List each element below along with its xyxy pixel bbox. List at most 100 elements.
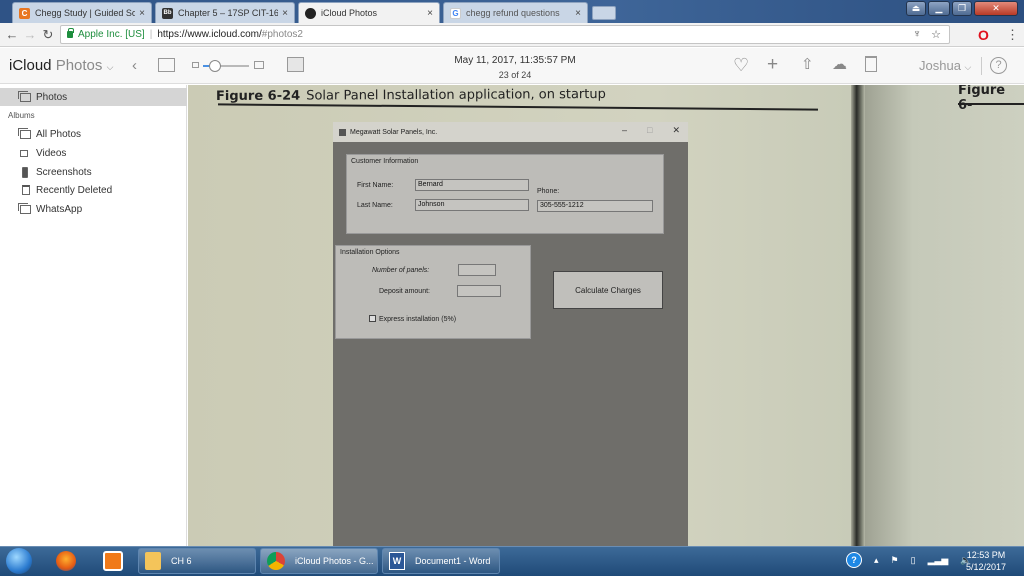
last-name-label: Last Name: xyxy=(357,202,393,209)
divider xyxy=(981,57,982,75)
network-signal-icon[interactable]: ▂▃▅ xyxy=(928,555,949,566)
address-separator: | xyxy=(149,29,153,40)
new-tab-button[interactable] xyxy=(592,6,616,20)
video-icon xyxy=(20,149,28,157)
panels-field xyxy=(458,264,496,276)
back-arrow-icon[interactable]: ← xyxy=(3,27,21,42)
photos-icon xyxy=(18,90,31,102)
sidebar-item-label: WhatsApp xyxy=(36,203,83,215)
chevron-down-icon: ⌵ xyxy=(106,62,114,72)
trash-icon[interactable] xyxy=(865,56,877,72)
slideshow-icon[interactable] xyxy=(287,57,304,72)
tab-chegg-study[interactable]: C Chegg Study | Guided So × xyxy=(12,2,152,23)
url-host: https://www.icloud.com/ xyxy=(157,29,262,40)
taskbar-button-ch6[interactable]: CH 6 xyxy=(138,548,256,574)
sidebar-item-all-photos[interactable]: All Photos xyxy=(0,125,187,143)
action-center-flag-icon[interactable]: ⚑ xyxy=(891,555,899,566)
express-label: Express installation (5%) xyxy=(379,316,457,323)
deposit-label: Deposit amount: xyxy=(379,288,430,295)
firefox-icon[interactable] xyxy=(56,551,76,571)
help-icon[interactable]: ? xyxy=(846,552,862,568)
show-hidden-icons[interactable]: ▴ xyxy=(874,555,879,566)
apple-icon xyxy=(305,7,316,19)
app-switcher[interactable]: iCloud Photos ⌵ xyxy=(9,57,113,74)
close-tab-icon[interactable]: × xyxy=(427,8,433,19)
share-icon[interactable]: ⇧ xyxy=(801,55,814,73)
app-title: Megawatt Solar Panels, Inc. xyxy=(350,128,438,136)
start-button[interactable] xyxy=(6,548,32,574)
photo-viewer[interactable]: Figure 6-24 Solar Panel Installation appl… xyxy=(188,85,1024,546)
tab-chapter-5[interactable]: Bb Chapter 5 – 17SP CIT-16 × xyxy=(155,2,295,23)
close-tab-icon[interactable]: × xyxy=(282,8,288,19)
taskbar-label: iCloud Photos - G... xyxy=(295,556,374,566)
sidebar-item-label: Videos xyxy=(36,147,67,159)
sidebar-item-whatsapp[interactable]: WhatsApp xyxy=(0,200,187,218)
bookmark-star-icon[interactable]: ☆ xyxy=(931,28,941,41)
forward-arrow-icon[interactable]: → xyxy=(21,27,39,42)
heart-icon[interactable]: ♡ xyxy=(733,55,749,76)
book-page-right xyxy=(865,85,1024,546)
last-name-field: Johnson xyxy=(415,199,529,211)
small-thumbnail-icon[interactable] xyxy=(192,62,199,68)
taskbar-button-word[interactable]: W Document1 - Word xyxy=(382,548,500,574)
chrome-icon xyxy=(267,552,285,570)
photo-counter: 23 of 24 xyxy=(498,70,532,80)
sidebar-item-label: Recently Deleted xyxy=(36,184,113,196)
user-menu[interactable]: Joshua ⌵ xyxy=(919,58,971,73)
blackboard-icon: Bb xyxy=(162,7,173,19)
sidebar-item-videos[interactable]: Videos xyxy=(0,144,187,162)
zoom-slider[interactable] xyxy=(203,60,249,72)
reload-icon[interactable]: ↻ xyxy=(39,27,57,43)
close-tab-icon[interactable]: × xyxy=(139,8,145,19)
albums-icon xyxy=(18,127,31,139)
checkbox-icon xyxy=(369,315,376,322)
group-legend: Customer Information xyxy=(351,158,419,165)
google-icon: G xyxy=(450,7,461,19)
add-icon[interactable]: + xyxy=(767,54,778,76)
sidebar-toggle-icon[interactable] xyxy=(158,58,175,72)
tab-google-search[interactable]: G chegg refund questions × xyxy=(443,2,588,23)
taskbar-label: Document1 - Word xyxy=(415,556,491,566)
extension-icon[interactable]: ♆ xyxy=(913,28,921,41)
browser-tab-strip: C Chegg Study | Guided So × Bb Chapter 5… xyxy=(0,0,1024,23)
url-path: #photos2 xyxy=(261,29,303,40)
minimize-button[interactable]: ▁ xyxy=(928,1,950,16)
help-button[interactable]: ? xyxy=(990,57,1007,74)
sidebar-item-label: Screenshots xyxy=(36,166,92,178)
customer-info-group: Customer Information First Name: Bernard… xyxy=(346,154,664,234)
panels-label: Number of panels: xyxy=(372,267,430,274)
albums-header: Albums xyxy=(8,111,35,120)
user-profile-icon[interactable]: ⏏ xyxy=(906,1,926,16)
sidebar-item-recently-deleted[interactable]: Recently Deleted xyxy=(0,181,187,199)
express-checkbox: Express installation (5%) xyxy=(369,315,456,323)
phone-icon xyxy=(22,166,28,178)
app-icon xyxy=(339,128,346,136)
first-name-field: Bernard xyxy=(415,179,529,191)
restore-button[interactable]: ❐ xyxy=(952,1,972,16)
browser-menu-icon[interactable]: ⋮ xyxy=(1006,27,1019,43)
figure-caption: Figure 6-24 Solar Panel Installation appl… xyxy=(216,87,606,104)
close-tab-icon[interactable]: × xyxy=(575,8,581,19)
site-identity[interactable]: Apple Inc. [US] xyxy=(78,29,145,40)
tab-icloud-photos[interactable]: iCloud Photos × xyxy=(298,2,440,23)
omnibox-actions: ♆ ☆ xyxy=(913,28,941,41)
tab-label: iCloud Photos xyxy=(321,8,378,18)
zoom-slider-handle[interactable] xyxy=(208,60,221,72)
large-thumbnail-icon[interactable] xyxy=(254,61,264,69)
address-bar[interactable]: Apple Inc. [US] | https://www.icloud.com… xyxy=(60,25,950,44)
media-player-icon[interactable] xyxy=(103,551,123,571)
opera-extension-icon[interactable]: O xyxy=(978,27,989,43)
system-clock[interactable]: 12:53 PM 5/12/2017 xyxy=(966,549,1006,573)
taskbar-button-icloud[interactable]: iCloud Photos - G... xyxy=(260,548,378,574)
sidebar-item-screenshots[interactable]: Screenshots xyxy=(0,163,187,181)
system-tray: ? ▴ ⚑ ▯ ▂▃▅ 🔈 xyxy=(846,552,972,568)
back-chevron-icon[interactable]: ‹ xyxy=(132,57,137,74)
screen: C Chegg Study | Guided So × Bb Chapter 5… xyxy=(0,0,1024,576)
book-spine xyxy=(851,85,865,546)
battery-icon[interactable]: ▯ xyxy=(911,555,916,566)
download-cloud-icon[interactable]: ☁ xyxy=(832,55,847,73)
url-text[interactable]: https://www.icloud.com/#photos2 xyxy=(157,29,303,40)
sidebar-item-photos[interactable]: Photos xyxy=(0,88,187,106)
photo-date: May 11, 2017, 11:35:57 PM xyxy=(454,55,576,66)
close-window-button[interactable]: ✕ xyxy=(974,1,1018,16)
